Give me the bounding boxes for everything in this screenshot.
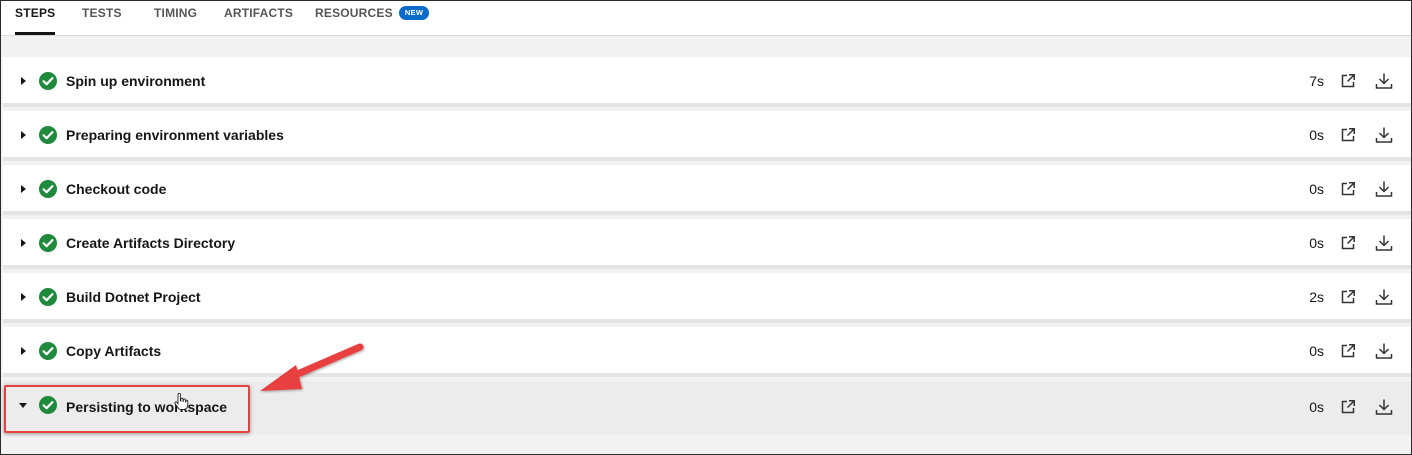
step-row[interactable]: Preparing environment variables 0s <box>3 111 1411 161</box>
tab-resources[interactable]: RESOURCES NEW <box>315 1 430 35</box>
step-row[interactable]: Checkout code 0s <box>3 165 1411 215</box>
check-circle-icon <box>39 234 57 252</box>
tab-tests[interactable]: TESTS <box>82 1 122 35</box>
tab-resources-label: RESOURCES <box>315 6 393 20</box>
step-name: Checkout code <box>66 181 167 197</box>
step-duration: 2s <box>1309 289 1324 305</box>
step-row[interactable]: Spin up environment 7s <box>3 57 1411 107</box>
step-duration: 0s <box>1309 181 1324 197</box>
step-duration: 0s <box>1309 235 1324 251</box>
step-duration: 0s <box>1309 343 1324 359</box>
download-icon[interactable] <box>1373 340 1395 362</box>
annotation-highlight-box <box>4 385 250 433</box>
download-icon[interactable] <box>1373 286 1395 308</box>
step-duration: 0s <box>1309 399 1324 415</box>
caret-right-icon[interactable] <box>18 184 28 194</box>
open-in-new-icon[interactable] <box>1337 232 1359 254</box>
step-duration: 7s <box>1309 73 1324 89</box>
download-icon[interactable] <box>1373 70 1395 92</box>
step-name: Copy Artifacts <box>66 343 162 359</box>
tab-timing[interactable]: TIMING <box>154 1 197 35</box>
job-steps-panel: STEPS TESTS TIMING ARTIFACTS RESOURCES NE… <box>0 0 1412 455</box>
step-name: Spin up environment <box>66 73 206 89</box>
check-circle-icon <box>39 180 57 198</box>
tab-timing-label: TIMING <box>154 6 198 20</box>
open-in-new-icon[interactable] <box>1337 124 1359 146</box>
tab-artifacts-label: ARTIFACTS <box>224 6 294 20</box>
open-in-new-icon[interactable] <box>1337 396 1359 418</box>
check-circle-icon <box>39 288 57 306</box>
open-in-new-icon[interactable] <box>1337 70 1359 92</box>
check-circle-icon <box>39 126 57 144</box>
tab-steps-label: STEPS <box>15 6 56 20</box>
caret-right-icon[interactable] <box>18 292 28 302</box>
open-in-new-icon[interactable] <box>1337 286 1359 308</box>
tab-artifacts[interactable]: ARTIFACTS <box>224 1 293 35</box>
caret-right-icon[interactable] <box>18 130 28 140</box>
download-icon[interactable] <box>1373 396 1395 418</box>
step-row[interactable]: Create Artifacts Directory 0s <box>3 219 1411 269</box>
annotation-arrow-icon <box>260 343 364 391</box>
check-circle-icon <box>39 342 57 360</box>
caret-right-icon[interactable] <box>18 238 28 248</box>
step-name: Preparing environment variables <box>66 127 284 143</box>
caret-right-icon[interactable] <box>18 346 28 356</box>
hand-cursor-icon <box>174 393 189 410</box>
tab-tests-label: TESTS <box>82 6 122 20</box>
step-name: Create Artifacts Directory <box>66 235 236 251</box>
download-icon[interactable] <box>1373 178 1395 200</box>
step-row[interactable]: Build Dotnet Project 2s <box>3 273 1411 323</box>
open-in-new-icon[interactable] <box>1337 178 1359 200</box>
step-duration: 0s <box>1309 127 1324 143</box>
tab-steps[interactable]: STEPS <box>15 1 56 35</box>
new-badge: NEW <box>398 6 430 20</box>
caret-right-icon[interactable] <box>18 76 28 86</box>
download-icon[interactable] <box>1373 124 1395 146</box>
step-row[interactable]: Copy Artifacts 0s <box>3 327 1411 377</box>
download-icon[interactable] <box>1373 232 1395 254</box>
open-in-new-icon[interactable] <box>1337 340 1359 362</box>
check-circle-icon <box>39 72 57 90</box>
tab-bar: STEPS TESTS TIMING ARTIFACTS RESOURCES NE… <box>1 1 1411 36</box>
step-name: Build Dotnet Project <box>66 289 201 305</box>
